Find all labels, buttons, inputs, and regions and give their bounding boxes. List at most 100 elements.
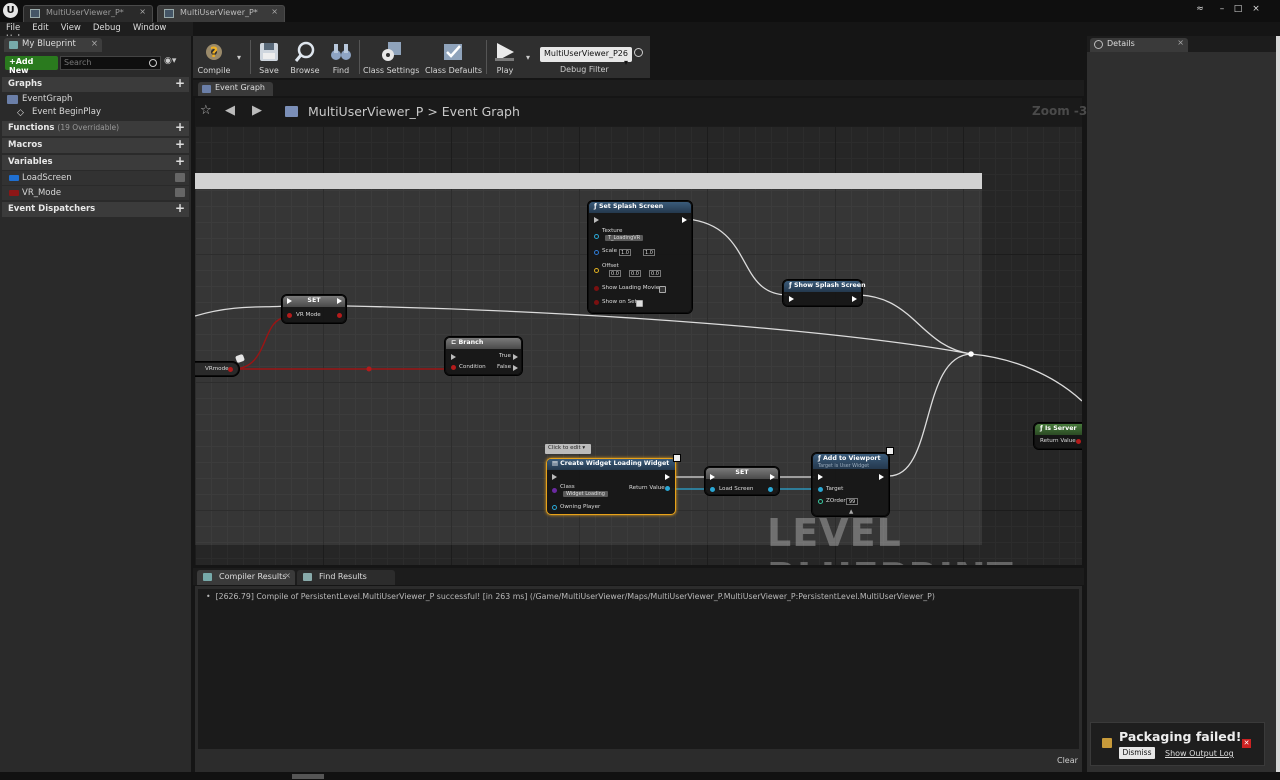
close-tab-icon[interactable]: × (1177, 38, 1184, 47)
menu-file[interactable]: File (0, 22, 26, 33)
class-settings-button[interactable]: Class Settings (363, 38, 419, 78)
exec-input-pin[interactable] (552, 474, 557, 480)
section-event-dispatchers[interactable]: Event Dispatchers + (2, 201, 189, 217)
add-graph-plus-icon[interactable]: + (175, 76, 185, 90)
tab-compiler-results[interactable]: Compiler Results × (197, 570, 295, 585)
visibility-eye-icon[interactable] (175, 188, 185, 197)
branch-node[interactable]: ⊏ Branch Condition True False (445, 337, 522, 375)
reroute-knot[interactable] (366, 366, 372, 372)
offset-z-field[interactable]: 0.0 (649, 270, 661, 277)
texture-pin[interactable] (594, 234, 599, 239)
target-pin[interactable] (818, 487, 823, 492)
bottom-scrollbar[interactable] (0, 772, 1280, 780)
exec-input-pin[interactable] (818, 474, 823, 480)
exec-input-pin[interactable] (710, 474, 715, 480)
show-output-log-link[interactable]: Show Output Log (1165, 749, 1234, 758)
section-variables[interactable]: Variables + (2, 154, 189, 170)
graph-canvas[interactable]: LEVEL BLUEPRINT VRmode SET VR Mode ⊏ Bra… (195, 126, 1082, 565)
menu-view[interactable]: View (55, 22, 87, 33)
bool-pin[interactable] (594, 286, 599, 291)
offset-x-field[interactable]: 0.0 (609, 270, 621, 277)
tree-item-eventgraph[interactable]: EventGraph (4, 94, 72, 107)
object-output-pin[interactable] (768, 487, 773, 492)
set-splash-screen-node[interactable]: ƒ Set Splash Screen Texture T_LoadingVR … (588, 201, 692, 313)
show-on-set-checkbox[interactable] (636, 300, 643, 307)
add-to-viewport-node[interactable]: ƒ Add to Viewport Target is User Widget T… (812, 453, 889, 516)
exec-false-pin[interactable] (513, 365, 518, 371)
set-vr-mode-node[interactable]: SET VR Mode (282, 295, 346, 323)
owning-player-pin[interactable] (552, 505, 557, 510)
document-tab-2[interactable]: MultiUserViewer_P* × (157, 5, 285, 22)
view-options-eye-icon[interactable]: ◉▾ (164, 56, 186, 70)
scale-x-field[interactable]: 1.0 (619, 249, 631, 256)
back-arrow-icon[interactable]: ◀ (225, 103, 235, 118)
exec-output-pin[interactable] (770, 474, 775, 480)
document-tab-1[interactable]: MultiUserViewer_P* × (23, 5, 153, 22)
blueprint-search-input[interactable]: Search (60, 56, 161, 70)
bool-pin[interactable] (594, 300, 599, 305)
tree-item-event-beginplay[interactable]: ◇ Event BeginPlay (14, 107, 101, 120)
debug-search-icon[interactable] (634, 48, 643, 57)
add-variable-plus-icon[interactable]: + (175, 154, 185, 168)
debug-object-select[interactable]: MultiUserViewer_P26 ▾ (540, 47, 632, 67)
menu-debug[interactable]: Debug (87, 22, 127, 33)
scale-pin[interactable] (594, 250, 599, 255)
offset-pin[interactable] (594, 268, 599, 273)
compiler-log[interactable] (198, 589, 1079, 749)
exec-input-pin[interactable] (789, 296, 794, 302)
menu-window[interactable]: Window (127, 22, 173, 33)
add-macro-plus-icon[interactable]: + (175, 137, 185, 151)
tab-event-graph[interactable]: Event Graph (198, 82, 273, 96)
tab-find-results[interactable]: Find Results (297, 570, 395, 585)
vrmode-getter-node[interactable]: VRmode (195, 362, 239, 376)
exec-output-pin[interactable] (879, 474, 884, 480)
menu-edit[interactable]: Edit (26, 22, 54, 33)
bool-output-pin[interactable] (1076, 439, 1081, 444)
exec-output-pin[interactable] (682, 217, 687, 223)
show-splash-screen-node[interactable]: ƒ Show Splash Screen (783, 280, 866, 306)
show-loading-movie-checkbox[interactable] (659, 286, 666, 293)
forward-arrow-icon[interactable]: ▶ (252, 103, 262, 118)
bool-output-pin[interactable] (228, 367, 233, 372)
dismiss-button[interactable]: Dismiss (1119, 747, 1155, 759)
error-close-icon[interactable]: ✕ (1242, 739, 1251, 748)
clear-button[interactable]: Clear (1057, 756, 1078, 765)
add-dispatcher-plus-icon[interactable]: + (175, 201, 185, 215)
bool-output-pin[interactable] (337, 313, 342, 318)
variable-vr-mode[interactable]: VR_Mode (2, 186, 189, 200)
breadcrumb-leaf[interactable]: Event Graph (442, 104, 520, 119)
class-pin[interactable] (552, 488, 557, 493)
play-options-chevron-icon[interactable]: ▾ (526, 53, 530, 62)
return-value-pin[interactable] (665, 486, 670, 491)
reroute-knot[interactable] (968, 351, 974, 357)
browse-button[interactable]: Browse (287, 38, 323, 78)
condition-pin[interactable] (451, 365, 456, 370)
exec-output-pin[interactable] (337, 298, 342, 304)
maximize-button[interactable]: □ (1232, 4, 1244, 15)
breadcrumb-root[interactable]: MultiUserViewer_P (308, 104, 423, 119)
variable-loadscreen[interactable]: LoadScreen (2, 171, 189, 185)
exec-true-pin[interactable] (513, 354, 518, 360)
scrollbar-thumb[interactable] (292, 774, 324, 779)
section-functions[interactable]: Functions (19 Overridable) + (2, 120, 189, 136)
my-blueprint-tab[interactable]: My Blueprint × (4, 38, 102, 52)
object-input-pin[interactable] (710, 487, 715, 492)
find-button[interactable]: Find (326, 38, 356, 78)
exec-output-pin[interactable] (852, 296, 857, 302)
close-tab-icon[interactable]: × (284, 571, 291, 580)
save-button[interactable]: Save (254, 38, 284, 78)
node-comment-bubble[interactable]: Click to edit ▾ (545, 444, 591, 454)
add-function-plus-icon[interactable]: + (175, 120, 185, 134)
bool-input-pin[interactable] (287, 313, 292, 318)
tab-details[interactable]: Details × (1090, 38, 1188, 52)
exec-input-pin[interactable] (287, 298, 292, 304)
compile-button[interactable]: ? Compile (196, 38, 232, 78)
zorder-field[interactable]: 99 (846, 498, 858, 505)
exec-input-pin[interactable] (594, 217, 599, 223)
expand-chevron-icon[interactable]: ▲ (849, 509, 853, 515)
compile-options-chevron-icon[interactable]: ▾ (237, 53, 241, 62)
visibility-eye-icon[interactable] (175, 173, 185, 182)
scale-y-field[interactable]: 1.0 (643, 249, 655, 256)
section-graphs[interactable]: Graphs + (2, 76, 189, 92)
class-defaults-button[interactable]: Class Defaults (425, 38, 482, 78)
